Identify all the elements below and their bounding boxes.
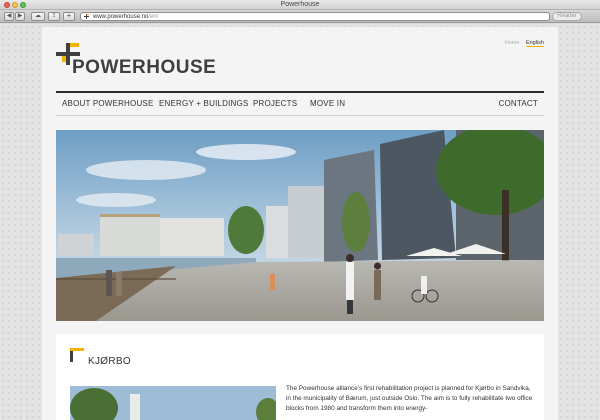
forward-button[interactable]: ▶ xyxy=(15,12,25,21)
share-button[interactable]: ⇪ xyxy=(48,12,60,21)
nav-move-in[interactable]: MOVE IN xyxy=(310,99,345,108)
add-bookmark-button[interactable]: + xyxy=(63,12,75,21)
project-title[interactable]: KJØRBO xyxy=(88,356,131,367)
kjorbo-thumbnail-image xyxy=(70,386,276,420)
window-title: Powerhouse xyxy=(280,1,320,8)
arrow-left-icon: ◀ xyxy=(6,13,12,19)
section-corner-mark-icon xyxy=(70,348,84,362)
waterfront-rendering xyxy=(56,130,544,321)
url-path: /en/ xyxy=(148,14,159,20)
arrow-right-icon: ▶ xyxy=(17,13,23,19)
cloud-icon: ☁ xyxy=(35,13,41,19)
nav-about-powerhouse[interactable]: ABOUT POWERHOUSE xyxy=(62,99,154,108)
project-section: KJØRBO The Powerhouse alliance's first r… xyxy=(56,334,544,420)
address-bar[interactable]: www.powerhouse.no/en/ xyxy=(80,12,550,21)
nav-bottom-divider xyxy=(56,115,544,116)
share-icon: ⇪ xyxy=(51,13,57,19)
page-content: POWERHOUSE Home English ABOUT POWERHOUSE… xyxy=(42,27,558,420)
nav-contact[interactable]: CONTACT xyxy=(499,99,538,108)
project-description: The Powerhouse alliance's first rehabili… xyxy=(286,385,533,413)
main-nav: ABOUT POWERHOUSE ENERGY + BUILDINGS PROJ… xyxy=(56,93,544,115)
powerhouse-favicon-icon xyxy=(84,14,89,19)
browser-titlebar: Powerhouse xyxy=(0,0,600,10)
hero-image xyxy=(56,130,544,321)
url-host: www.powerhouse.no xyxy=(93,14,149,20)
nav-projects[interactable]: PROJECTS xyxy=(253,99,297,108)
project-thumbnail[interactable] xyxy=(70,386,276,420)
back-button[interactable]: ◀ xyxy=(4,12,14,21)
brand-wordmark: POWERHOUSE xyxy=(72,57,217,78)
nav-energy-buildings[interactable]: ENERGY + BUILDINGS xyxy=(159,99,248,108)
lang-english-link[interactable]: English xyxy=(525,40,544,47)
reader-button[interactable]: Reader xyxy=(552,12,582,21)
language-switcher: Home English xyxy=(500,40,544,47)
lang-home-link[interactable]: Home xyxy=(505,40,520,46)
icloud-tabs-button[interactable]: ☁ xyxy=(31,12,45,21)
address-url: www.powerhouse.no/en/ xyxy=(93,13,158,21)
browser-toolbar: ◀ ▶ ☁ ⇪ + www.powerhouse.no/en/ Reader xyxy=(0,10,600,23)
